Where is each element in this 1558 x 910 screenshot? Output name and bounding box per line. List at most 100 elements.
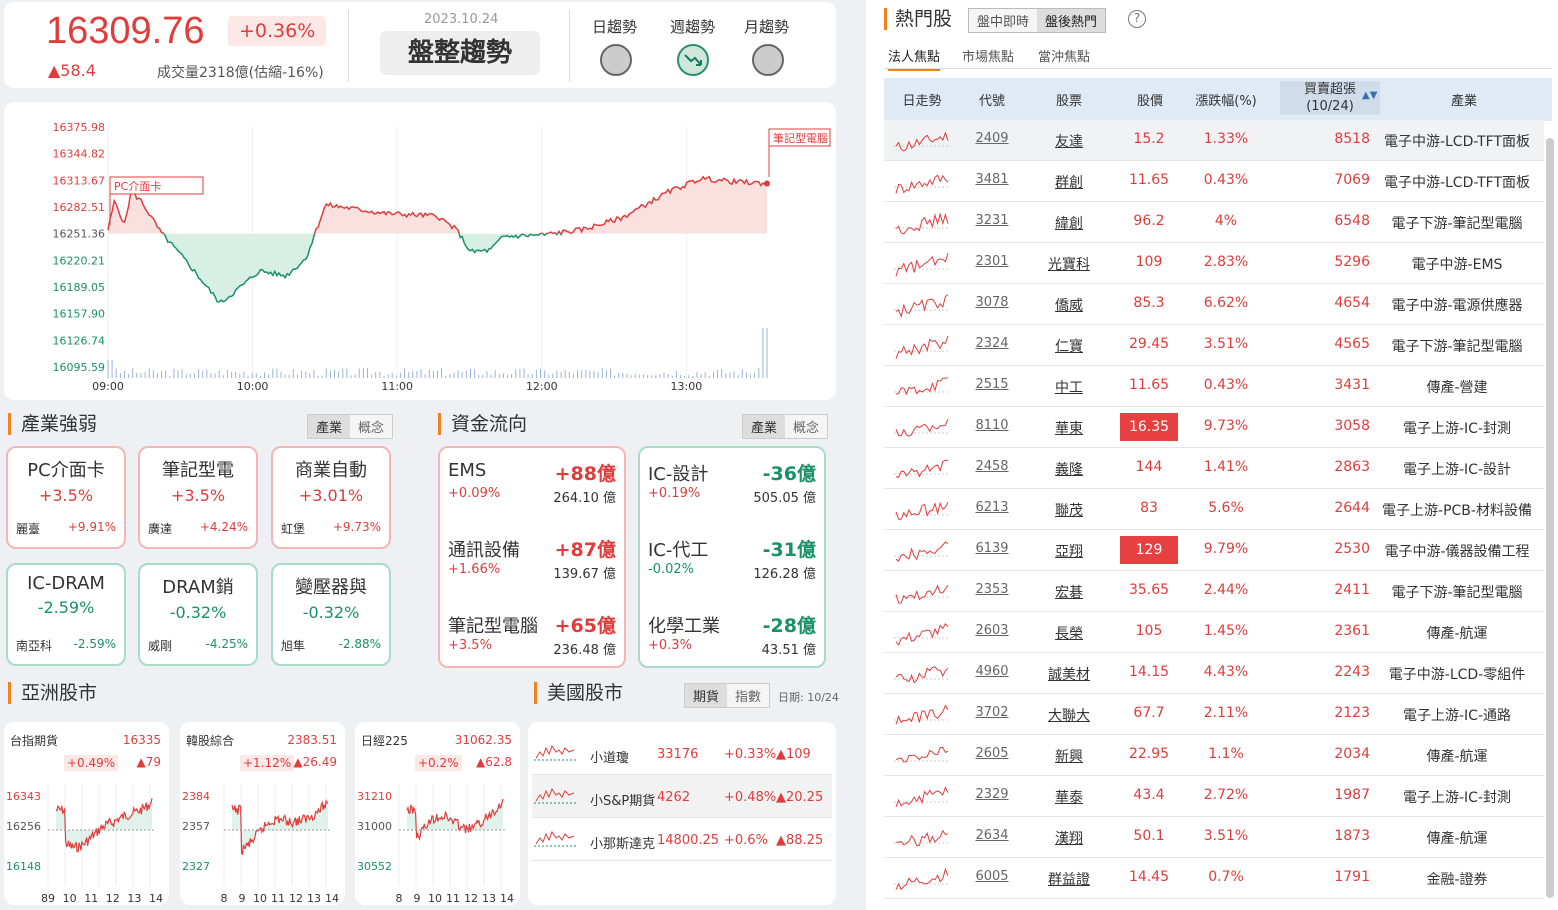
table-row[interactable]: 6213 聯茂 83 5.6% 2644 電子上游-PCB-材料設備 bbox=[884, 489, 1544, 530]
segment-index[interactable]: 指數 bbox=[727, 684, 770, 707]
stock-code[interactable]: 2634 bbox=[960, 828, 1024, 843]
stock-name[interactable]: 友達 bbox=[1024, 131, 1114, 151]
industry-card[interactable]: PC介面卡 +3.5% 麗臺 +9.91% bbox=[6, 446, 126, 549]
stock-code[interactable]: 4960 bbox=[960, 664, 1024, 679]
table-row[interactable]: 3481 群創 11.65 0.43% 7069 電子中游-LCD-TFT面板 bbox=[884, 161, 1544, 202]
stock-name[interactable]: 光寶科 bbox=[1024, 254, 1114, 274]
table-row[interactable]: 2605 新興 22.95 1.1% 2034 傳產-航運 bbox=[884, 735, 1544, 776]
fund-row[interactable]: IC-代工 -31億 -0.02% 126.28 億 bbox=[648, 536, 816, 598]
stock-code[interactable]: 3231 bbox=[960, 213, 1024, 228]
us-market-row[interactable]: 小那斯達克 14800.25 +0.6% ▲88.25 bbox=[532, 818, 832, 861]
stock-code[interactable]: 2409 bbox=[960, 131, 1024, 146]
table-row[interactable]: 2458 義隆 144 1.41% 2863 電子上游-IC-設計 bbox=[884, 448, 1544, 489]
leading-stock: 虹堡 bbox=[281, 522, 306, 536]
stock-name[interactable]: 僑威 bbox=[1024, 295, 1114, 315]
stock-name[interactable]: 華東 bbox=[1024, 418, 1114, 438]
industry-card[interactable]: 筆記型電 +3.5% 廣達 +4.24% bbox=[138, 446, 258, 549]
industry-card[interactable]: IC-DRAM -2.59% 南亞科 -2.59% bbox=[6, 563, 126, 666]
fund-industry: IC-設計 bbox=[648, 464, 709, 485]
fund-row[interactable]: 通訊設備 +87億 +1.66% 139.67 億 bbox=[448, 536, 616, 598]
sort-icon[interactable]: ▲▼ bbox=[1362, 90, 1377, 101]
industry-card[interactable]: 變壓器與 -0.32% 旭隼 -2.88% bbox=[271, 563, 391, 666]
stock-name[interactable]: 義隆 bbox=[1024, 459, 1114, 479]
stock-name[interactable]: 群益證 bbox=[1024, 869, 1114, 889]
stock-code[interactable]: 6213 bbox=[960, 500, 1024, 515]
stock-code[interactable]: 2603 bbox=[960, 623, 1024, 638]
stock-code[interactable]: 2301 bbox=[960, 254, 1024, 269]
segment-concept[interactable]: 概念 bbox=[350, 415, 393, 438]
stock-code[interactable]: 3702 bbox=[960, 705, 1024, 720]
segment-industry[interactable]: 產業 bbox=[308, 415, 351, 438]
monthly-trend-icon[interactable] bbox=[752, 44, 784, 76]
table-row[interactable]: 2603 長榮 105 1.45% 2361 傳產-航運 bbox=[884, 612, 1544, 653]
col-pct[interactable]: 漲跌幅(%) bbox=[1186, 90, 1266, 109]
table-row[interactable]: 3078 僑威 85.3 6.62% 4654 電子中游-電源供應器 bbox=[884, 284, 1544, 325]
daily-trend-icon[interactable] bbox=[600, 44, 632, 76]
table-row[interactable]: 2329 華泰 43.4 2.72% 1987 電子上游-IC-封測 bbox=[884, 776, 1544, 817]
stock-name[interactable]: 緯創 bbox=[1024, 213, 1114, 233]
fund-row[interactable]: EMS +88億 +0.09% 264.10 億 bbox=[448, 460, 616, 522]
stock-code[interactable]: 2605 bbox=[960, 746, 1024, 761]
stock-code[interactable]: 2458 bbox=[960, 459, 1024, 474]
segment-after-hours[interactable]: 盤後熱門 bbox=[1037, 9, 1106, 32]
table-row[interactable]: 2301 光寶科 109 2.83% 5296 電子中游-EMS bbox=[884, 243, 1544, 284]
stock-name[interactable]: 華泰 bbox=[1024, 787, 1114, 807]
stock-name[interactable]: 漢翔 bbox=[1024, 828, 1114, 848]
stock-name[interactable]: 聯茂 bbox=[1024, 500, 1114, 520]
weekly-trend-down-icon[interactable] bbox=[677, 44, 709, 76]
stock-code[interactable]: 2329 bbox=[960, 787, 1024, 802]
stock-code[interactable]: 8110 bbox=[960, 418, 1024, 433]
asia-market-card[interactable]: 日經225 31062.35 +0.2% ▲62.8 31210 31000 3055… bbox=[355, 722, 520, 905]
industry-card[interactable]: DRAM銷 -0.32% 威剛 -4.25% bbox=[138, 563, 258, 666]
segment-concept[interactable]: 概念 bbox=[785, 415, 828, 438]
stock-code[interactable]: 6005 bbox=[960, 869, 1024, 884]
table-row[interactable]: 6005 群益證 14.45 0.7% 1791 金融-證券 bbox=[884, 858, 1544, 899]
stock-name[interactable]: 大聯大 bbox=[1024, 705, 1114, 725]
stock-name[interactable]: 宏碁 bbox=[1024, 582, 1114, 602]
stock-name[interactable]: 亞翔 bbox=[1024, 541, 1114, 561]
help-icon[interactable]: ? bbox=[1128, 10, 1146, 28]
stock-code[interactable]: 3481 bbox=[960, 172, 1024, 187]
fund-row[interactable]: 筆記型電腦 +65億 +3.5% 236.48 億 bbox=[448, 612, 616, 674]
asia-market-card[interactable]: 台指期貨 16335 +0.49% ▲79 16343 16256 16148 89 10… bbox=[4, 722, 169, 905]
stock-code[interactable]: 3078 bbox=[960, 295, 1024, 310]
stock-name[interactable]: 中工 bbox=[1024, 377, 1114, 397]
stock-name[interactable]: 仁寶 bbox=[1024, 336, 1114, 356]
stock-code[interactable]: 6139 bbox=[960, 541, 1024, 556]
asia-market-card[interactable]: 韓股綜合 2383.51 +1.12% ▲26.49 2384 2357 2327 8 9… bbox=[180, 722, 345, 905]
us-date: 日期: 10/24 bbox=[778, 691, 839, 704]
table-row[interactable]: 2353 宏碁 35.65 2.44% 2411 電子下游-筆記型電腦 bbox=[884, 571, 1544, 612]
table-row[interactable]: 3231 緯創 96.2 4% 6548 電子下游-筆記型電腦 bbox=[884, 202, 1544, 243]
table-row[interactable]: 2409 友達 15.2 1.33% 8518 電子中游-LCD-TFT面板 bbox=[884, 120, 1544, 161]
table-row[interactable]: 2634 漢翔 50.1 3.51% 1873 傳產-航運 bbox=[884, 817, 1544, 858]
table-row[interactable]: 6139 亞翔 129 9.79% 2530 電子中游-儀器設備工程 bbox=[884, 530, 1544, 571]
stock-code[interactable]: 2324 bbox=[960, 336, 1024, 351]
table-row[interactable]: 2515 中工 11.65 0.43% 3431 傳產-營建 bbox=[884, 366, 1544, 407]
table-row[interactable]: 8110 華東 16.35 9.73% 3058 電子上游-IC-封測 bbox=[884, 407, 1544, 448]
table-row[interactable]: 4960 誠美材 14.15 4.43% 2243 電子中游-LCD-零組件 bbox=[884, 653, 1544, 694]
col-code[interactable]: 代號 bbox=[960, 90, 1024, 109]
segment-futures[interactable]: 期貨 bbox=[685, 684, 728, 707]
stock-name[interactable]: 誠美材 bbox=[1024, 664, 1114, 684]
segment-industry[interactable]: 產業 bbox=[743, 415, 786, 438]
leading-stock-pct: -2.88% bbox=[338, 637, 381, 651]
table-row[interactable]: 3702 大聯大 67.7 2.11% 2123 電子上游-IC-通路 bbox=[884, 694, 1544, 735]
us-market-row[interactable]: 小道瓊 33176 +0.33% ▲109 bbox=[532, 732, 832, 775]
us-market-row[interactable]: 小S&P期貨 4262 +0.48% ▲20.25 bbox=[532, 775, 832, 818]
stock-code[interactable]: 2353 bbox=[960, 582, 1024, 597]
stock-code[interactable]: 2515 bbox=[960, 377, 1024, 392]
industry-card[interactable]: 商業自動 +3.01% 虹堡 +9.73% bbox=[271, 446, 391, 549]
fund-row[interactable]: IC-設計 -36億 +0.19% 505.05 億 bbox=[648, 460, 816, 522]
tab-market[interactable]: 市場焦點 bbox=[962, 46, 1014, 65]
scrollbar[interactable] bbox=[1546, 138, 1554, 898]
table-row[interactable]: 2324 仁寶 29.45 3.51% 4565 電子下游-筆記型電腦 bbox=[884, 325, 1544, 366]
col-stock[interactable]: 股票 bbox=[1024, 90, 1114, 109]
stock-name[interactable]: 新興 bbox=[1024, 746, 1114, 766]
tab-daytrade[interactable]: 當沖焦點 bbox=[1038, 46, 1090, 65]
col-price[interactable]: 股價 bbox=[1114, 90, 1186, 109]
fund-row[interactable]: 化學工業 -28億 +0.3% 43.51 億 bbox=[648, 612, 816, 674]
hot-stocks-segment: 盤中即時 盤後熱門 bbox=[968, 8, 1107, 33]
stock-name[interactable]: 長榮 bbox=[1024, 623, 1114, 643]
segment-intraday[interactable]: 盤中即時 bbox=[969, 9, 1038, 32]
stock-name[interactable]: 群創 bbox=[1024, 172, 1114, 192]
